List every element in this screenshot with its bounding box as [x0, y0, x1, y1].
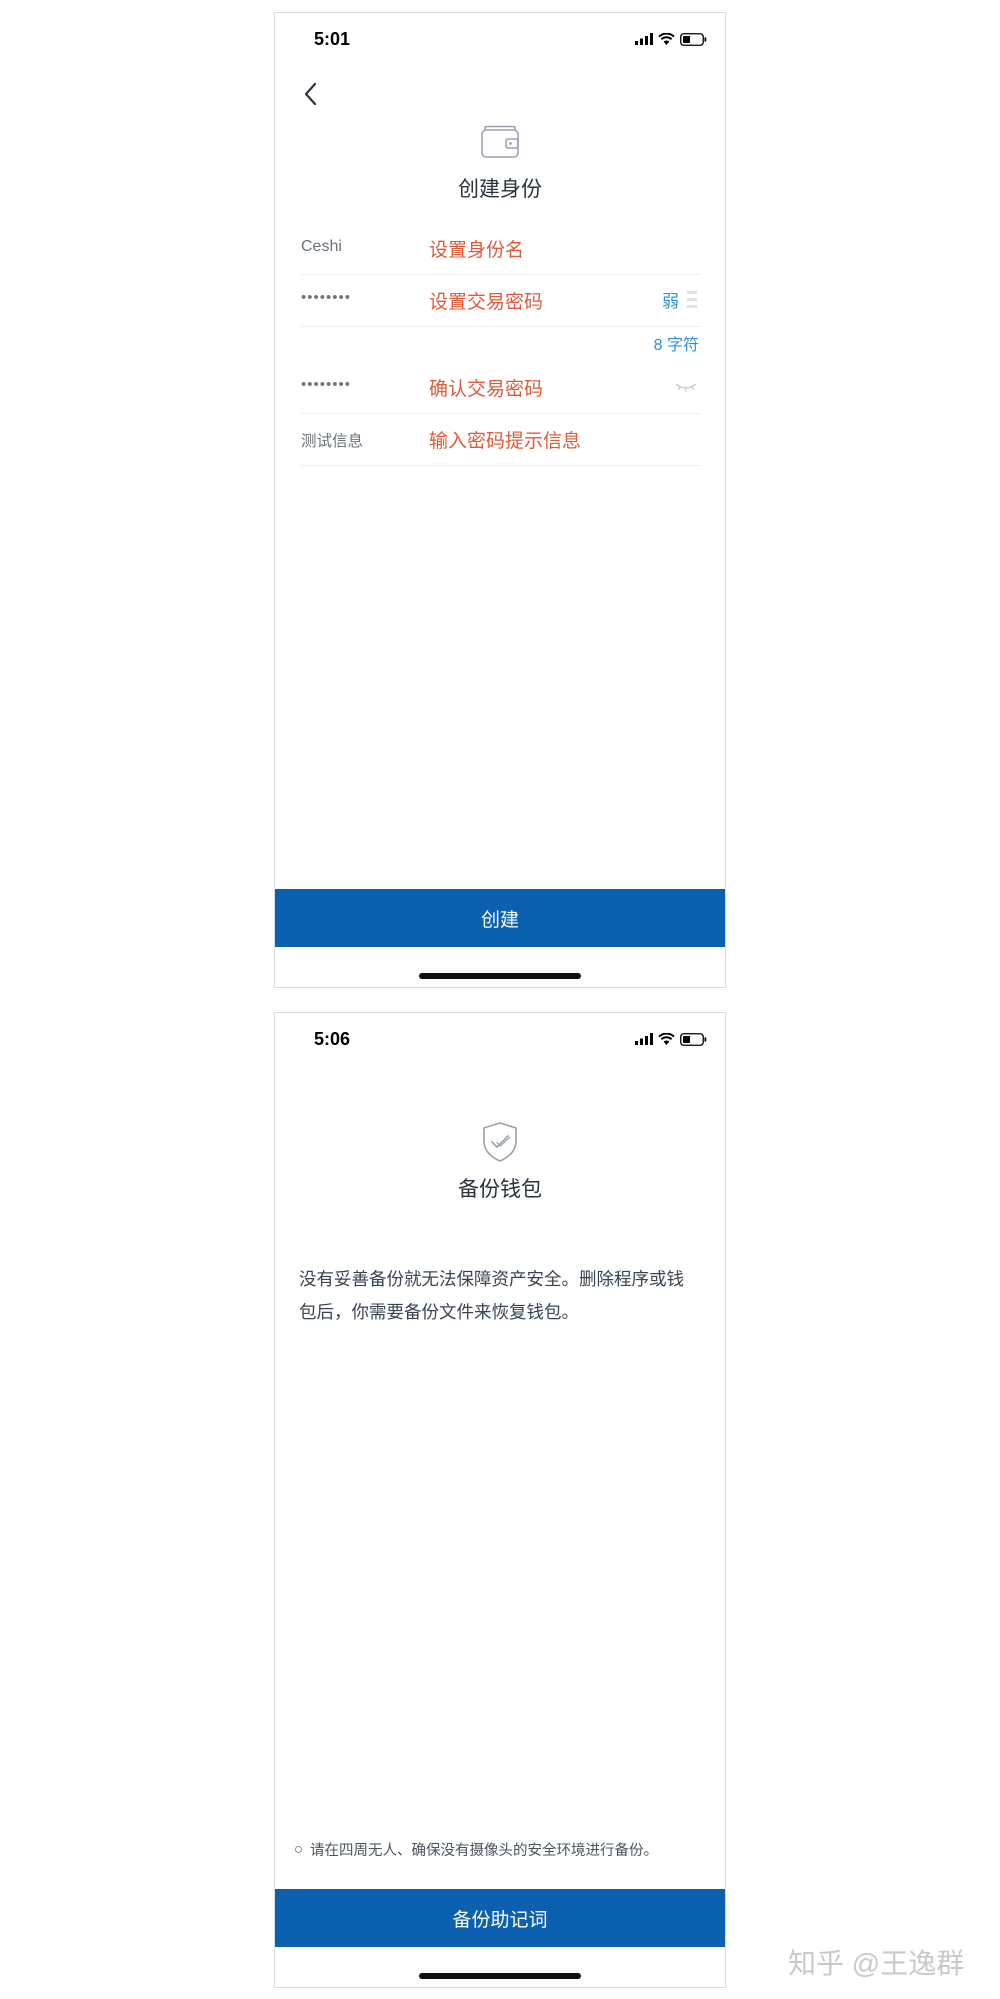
home-indicator — [419, 1973, 581, 1979]
strength-label: 弱 — [662, 292, 679, 311]
chevron-left-icon — [304, 82, 317, 106]
char-count: 8 字符 — [653, 337, 699, 354]
wallet-icon — [480, 125, 520, 164]
home-indicator — [419, 973, 581, 979]
wifi-icon — [658, 33, 675, 45]
identity-name-field[interactable]: Ceshi 设置身份名 — [301, 223, 701, 275]
identity-name-value: Ceshi — [301, 238, 342, 255]
signal-icon — [635, 1033, 653, 1045]
password-strength: 弱 — [662, 287, 697, 312]
backup-description: 没有妥善备份就无法保障资产安全。删除程序或钱包后，你需要备份文件来恢复钱包。 — [299, 1269, 684, 1322]
strength-bars — [687, 291, 697, 308]
toggle-visibility-button[interactable] — [675, 382, 697, 392]
password-value: •••••••• — [301, 289, 352, 306]
backup-tip-text: 请在四周无人、确保没有摄像头的安全环境进行备份。 — [310, 1843, 658, 1859]
status-time: 5:06 — [314, 1029, 351, 1049]
confirm-password-placeholder: 确认交易密码 — [429, 379, 544, 400]
back-button[interactable] — [295, 79, 325, 109]
bullet-icon — [295, 1846, 302, 1853]
battery-icon — [680, 32, 707, 46]
battery-icon — [680, 1032, 707, 1046]
password-placeholder: 设置交易密码 — [429, 292, 544, 313]
page-title: 创建身份 — [458, 178, 542, 201]
confirm-password-value: •••••••• — [301, 376, 352, 393]
wifi-icon — [658, 1033, 675, 1045]
backup-mnemonic-button[interactable]: 备份助记词 — [275, 1889, 725, 1947]
page-title: 备份钱包 — [458, 1178, 542, 1201]
create-button[interactable]: 创建 — [275, 889, 725, 947]
create-identity-screen: 5:01 创建身份 Ceshi 设置身份名 •••••••• 设置交易密码 弱 … — [274, 12, 726, 988]
status-bar: 5:01 — [275, 13, 725, 63]
status-bar: 5:06 — [275, 1013, 725, 1063]
password-hint-field[interactable]: 测试信息 输入密码提示信息 — [301, 414, 701, 466]
password-hint-value: 测试信息 — [301, 433, 364, 450]
status-time: 5:01 — [314, 29, 351, 49]
watermark: 知乎 @王逸群 — [788, 1948, 965, 1979]
signal-icon — [635, 33, 653, 45]
status-icons — [635, 31, 707, 47]
eye-closed-icon — [675, 383, 697, 392]
backup-tip: 请在四周无人、确保没有摄像头的安全环境进行备份。 — [295, 1839, 715, 1860]
backup-wallet-screen: 5:06 备份钱包 没有妥善备份就无法保障资产安全。删除程序或钱包后，你需要备份… — [274, 1012, 726, 1988]
identity-name-placeholder: 设置身份名 — [429, 240, 525, 261]
password-hint-placeholder: 输入密码提示信息 — [429, 431, 582, 452]
confirm-password-field[interactable]: •••••••• 确认交易密码 — [301, 362, 701, 414]
shield-check-icon — [481, 1121, 519, 1168]
password-field[interactable]: •••••••• 设置交易密码 弱 — [301, 275, 701, 327]
status-icons — [635, 1031, 707, 1047]
